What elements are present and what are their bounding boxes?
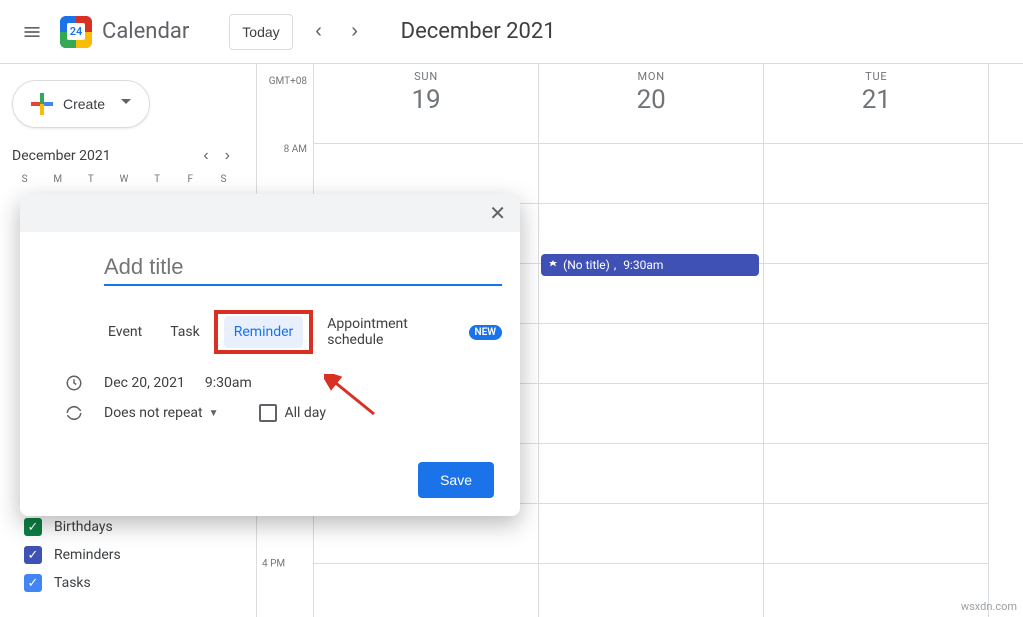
close-button[interactable]: ✕ (483, 195, 512, 232)
event-title-input[interactable] (104, 250, 502, 286)
chevron-down-icon (121, 99, 131, 109)
clock-icon (64, 374, 84, 392)
tab-reminder[interactable]: Reminder (224, 316, 304, 348)
calendar-label: Reminders (54, 547, 121, 563)
mini-calendar-month: December 2021 (12, 148, 111, 164)
event-time: 9:30am (623, 258, 663, 272)
hour-label: 8 AM (257, 144, 307, 164)
tab-event[interactable]: Event (104, 316, 146, 348)
allday-checkbox[interactable]: All day (259, 404, 326, 422)
mini-next-button[interactable]: › (219, 146, 236, 166)
mini-prev-button[interactable]: ‹ (197, 146, 214, 166)
chevron-down-icon: ▼ (209, 408, 219, 419)
plus-icon (31, 93, 53, 115)
event-editor-dialog: ✕ Event Task Reminder Appointment schedu… (20, 194, 520, 516)
day-of-week: SUN (314, 70, 538, 83)
day-number: 21 (764, 85, 988, 115)
mini-calendar-dow: SMTWTFS (8, 174, 240, 185)
tab-appointment-schedule[interactable]: Appointment schedule (323, 308, 448, 356)
event-title: (No title) (563, 258, 610, 272)
calendar-label: Tasks (54, 575, 91, 591)
annotation-highlight: Reminder (214, 310, 314, 354)
create-label: Create (63, 96, 105, 112)
prev-period-button[interactable]: ‹ (301, 14, 337, 50)
app-title: Calendar (102, 19, 189, 44)
menu-icon (22, 22, 42, 42)
create-button[interactable]: Create (12, 80, 150, 128)
today-button[interactable]: Today (229, 14, 292, 50)
app-logo: 24 (60, 16, 92, 48)
reminders-checkbox[interactable]: ✓ (24, 546, 42, 564)
new-badge: NEW (469, 325, 503, 340)
day-number: 20 (539, 85, 763, 115)
timezone-label: GMT+08 (257, 64, 307, 144)
repeat-select[interactable]: Does not repeat ▼ (104, 405, 219, 421)
hamburger-menu[interactable] (12, 12, 52, 52)
save-button[interactable]: Save (418, 462, 494, 498)
event-chip[interactable]: (No title), 9:30am (541, 254, 759, 276)
event-date[interactable]: Dec 20, 2021 (104, 375, 185, 391)
tab-task[interactable]: Task (166, 316, 204, 348)
event-time[interactable]: 9:30am (205, 375, 252, 391)
day-number: 19 (314, 85, 538, 115)
checkbox-icon (259, 404, 277, 422)
tasks-checkbox[interactable]: ✓ (24, 574, 42, 592)
birthdays-checkbox[interactable]: ✓ (24, 518, 42, 536)
current-period-label: December 2021 (401, 19, 556, 44)
repeat-icon (64, 404, 84, 422)
reminder-icon (547, 259, 559, 271)
watermark: wsxdn.com (961, 600, 1017, 613)
day-of-week: TUE (764, 70, 988, 83)
calendar-label: Birthdays (54, 519, 113, 535)
next-period-button[interactable]: › (337, 14, 373, 50)
day-of-week: MON (539, 70, 763, 83)
